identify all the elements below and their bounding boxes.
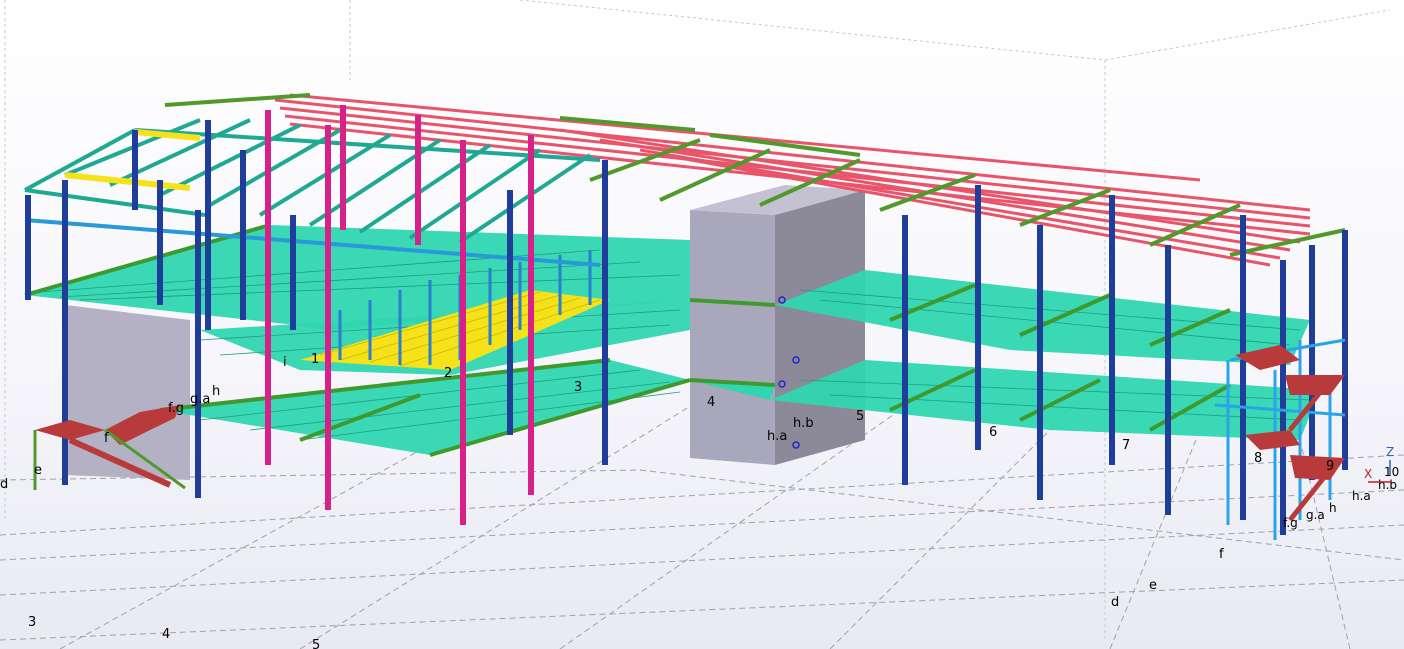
grid-label-6: 6 — [989, 425, 997, 440]
grid-label-7: 7 — [1122, 438, 1130, 453]
grid-label-3: 3 — [574, 380, 582, 395]
grid-label-f: f — [104, 431, 109, 446]
grid-label-fg: f.g — [168, 401, 184, 416]
grid-label-h-right: h — [1329, 501, 1337, 515]
grid-label-9: 9 — [1326, 459, 1334, 474]
grid-label-ga-right: g.a — [1306, 508, 1325, 522]
grid-label-d: d — [0, 477, 8, 492]
grid-label-fg-right: f.g — [1283, 516, 1298, 530]
grid-label-4: 4 — [707, 395, 715, 410]
concrete-core[interactable] — [690, 185, 865, 465]
ground-label-3: 3 — [28, 615, 36, 630]
axis-x-label: X — [1364, 467, 1372, 481]
grid-label-ga: g.a — [190, 392, 210, 407]
axis-z-label: Z — [1386, 445, 1394, 459]
grid-label-h: h — [212, 384, 220, 399]
left-wall-panel[interactable] — [65, 305, 190, 480]
grid-label-1: 1 — [311, 352, 319, 367]
ground-label-e: e — [1149, 578, 1157, 593]
grid-label-e: e — [34, 463, 42, 478]
grid-label-i: i — [283, 355, 287, 370]
grid-label-10: 10 — [1384, 465, 1399, 479]
grid-label-2: 2 — [444, 366, 452, 381]
structural-model-3d-view[interactable]: 1 2 3 4 5 6 7 8 9 10 i f.g g.a h f e d h… — [0, 0, 1404, 649]
grid-label-8: 8 — [1254, 451, 1262, 466]
grid-label-5: 5 — [856, 409, 864, 424]
ground-label-d: d — [1111, 595, 1119, 610]
ground-label-4: 4 — [162, 627, 170, 642]
ground-label-5: 5 — [312, 638, 320, 649]
ground-label-f: f — [1219, 547, 1224, 562]
floor-slab-level-2[interactable] — [25, 225, 1310, 375]
grid-label-hb-right: h.b — [1378, 478, 1397, 492]
grid-label-hb-core: h.b — [793, 416, 814, 431]
grid-label-ha-core: h.a — [767, 429, 787, 444]
grid-label-ha-right: h.a — [1352, 489, 1371, 503]
model-viewport[interactable]: 1 2 3 4 5 6 7 8 9 10 i f.g g.a h f e d h… — [0, 0, 1404, 649]
